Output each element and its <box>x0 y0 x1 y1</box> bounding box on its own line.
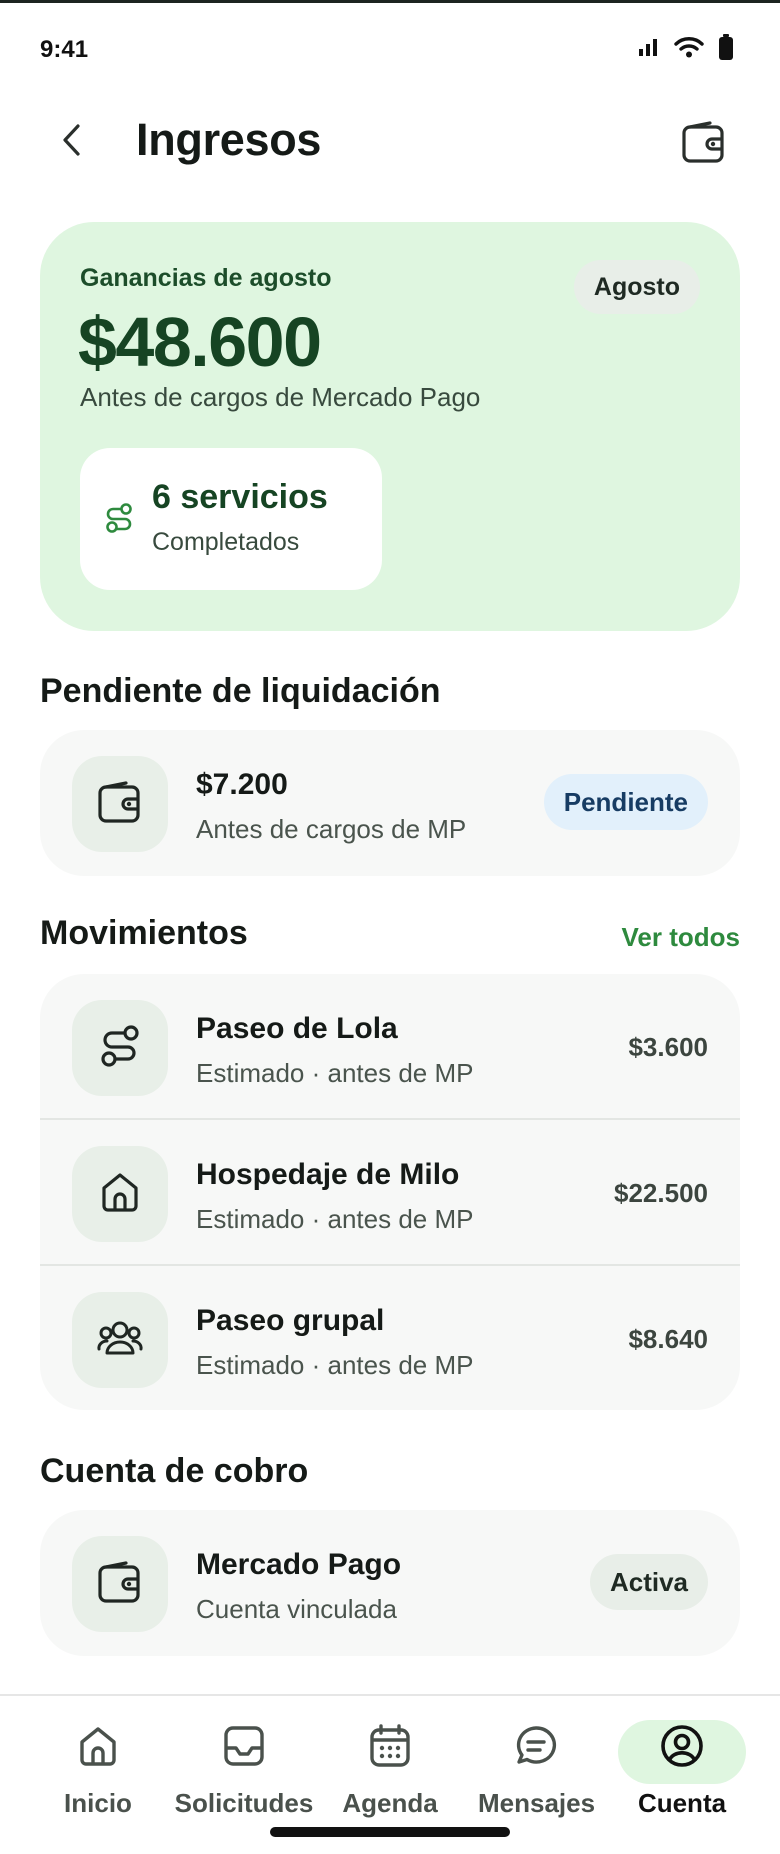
home-indicator <box>270 1827 510 1837</box>
status-icons <box>638 34 734 65</box>
wallet-icon <box>98 1560 142 1608</box>
movement-row[interactable]: Paseo de Lola Estimado · antes de MP $3.… <box>40 974 740 1120</box>
payout-account-card[interactable]: Mercado Pago Cuenta vinculada Activa <box>40 1510 740 1656</box>
movement-title: Paseo grupal <box>196 1304 385 1337</box>
movement-amount: $22.500 <box>614 1178 708 1208</box>
pending-icon-box <box>72 756 168 852</box>
nav-label: Solicitudes <box>174 1788 314 1818</box>
calendar-icon <box>368 1723 412 1774</box>
see-all-link[interactable]: Ver todos <box>622 922 740 953</box>
movement-title: Paseo de Lola <box>196 1012 398 1045</box>
nav-item-solicitudes[interactable]: Solicitudes <box>172 1720 316 1819</box>
movement-row[interactable]: Hospedaje de Milo Estimado · antes de MP… <box>40 1120 740 1266</box>
nav-label: Inicio <box>64 1788 132 1818</box>
movement-row[interactable]: Paseo grupal Estimado · antes de MP $8.6… <box>40 1266 740 1412</box>
movement-amount: $3.600 <box>628 1032 708 1062</box>
movements-section-title: Movimientos <box>40 914 248 952</box>
chat-icon <box>514 1724 558 1773</box>
earnings-summary-card: Ganancias de agosto Agosto $48.600 Antes… <box>40 222 740 631</box>
wallet-icon <box>682 120 726 168</box>
inbox-icon <box>222 1724 266 1773</box>
payout-account-row[interactable]: Mercado Pago Cuenta vinculada Activa <box>40 1510 740 1656</box>
services-completed-box: 6 servicios Completados <box>80 448 382 590</box>
back-button[interactable] <box>52 118 92 166</box>
nav-label: Mensajes <box>478 1788 596 1818</box>
route-icon <box>99 1024 141 1073</box>
movements-card: Paseo de Lola Estimado · antes de MP $3.… <box>40 974 740 1410</box>
movement-title: Hospedaje de Milo <box>196 1158 460 1191</box>
payout-section-title: Cuenta de cobro <box>40 1452 309 1490</box>
pending-row[interactable]: $7.200 Antes de cargos de MP Pendiente <box>40 730 740 876</box>
movement-icon-box <box>72 1146 168 1242</box>
status-time: 9:41 <box>40 36 89 63</box>
pending-card[interactable]: $7.200 Antes de cargos de MP Pendiente <box>40 730 740 876</box>
earnings-note: Antes de cargos de Mercado Pago <box>80 382 481 412</box>
payout-account-name: Mercado Pago <box>196 1548 402 1581</box>
movement-icon-box <box>72 1000 168 1096</box>
nav-item-mensajes[interactable]: Mensajes <box>478 1720 596 1819</box>
account-icon <box>659 1723 705 1774</box>
pending-section-title: Pendiente de liquidación <box>40 672 441 710</box>
movement-subtitle: Estimado · antes de MP <box>196 1350 474 1380</box>
movement-subtitle: Estimado · antes de MP <box>196 1204 474 1234</box>
nav-item-cuenta[interactable]: Cuenta <box>626 1720 738 1819</box>
payout-account-sub: Cuenta vinculada <box>196 1594 397 1624</box>
pending-amount: $7.200 <box>196 768 288 801</box>
wallet-button[interactable] <box>678 118 730 170</box>
page-title: Ingresos <box>136 114 322 165</box>
payout-icon-box <box>72 1536 168 1632</box>
battery-icon <box>718 34 734 65</box>
movement-amount: $8.640 <box>628 1324 708 1354</box>
wifi-icon <box>674 36 704 63</box>
nav-item-inicio[interactable]: Inicio <box>50 1720 146 1819</box>
route-icon <box>104 502 134 539</box>
pending-note: Antes de cargos de MP <box>196 814 467 844</box>
house-icon <box>99 1170 141 1219</box>
earnings-amount: $48.600 <box>78 303 322 381</box>
wallet-icon <box>98 780 142 828</box>
nav-label: Cuenta <box>637 1788 727 1818</box>
top-edge <box>0 0 780 3</box>
movement-subtitle: Estimado · antes de MP <box>196 1058 474 1088</box>
earnings-label: Ganancias de agosto <box>80 264 332 292</box>
account-status-badge: Activa <box>589 1554 708 1610</box>
signal-icon <box>638 38 660 61</box>
home-icon <box>77 1724 119 1773</box>
nav-item-agenda[interactable]: Agenda <box>338 1720 442 1819</box>
services-label: Completados <box>152 528 300 556</box>
movement-icon-box <box>72 1292 168 1388</box>
month-selector[interactable]: Agosto <box>573 260 700 314</box>
nav-label: Agenda <box>342 1788 438 1818</box>
services-count: 6 servicios <box>152 478 328 516</box>
chevron-left-icon <box>61 123 83 162</box>
pending-badge: Pendiente <box>543 774 708 830</box>
group-icon <box>96 1318 144 1363</box>
